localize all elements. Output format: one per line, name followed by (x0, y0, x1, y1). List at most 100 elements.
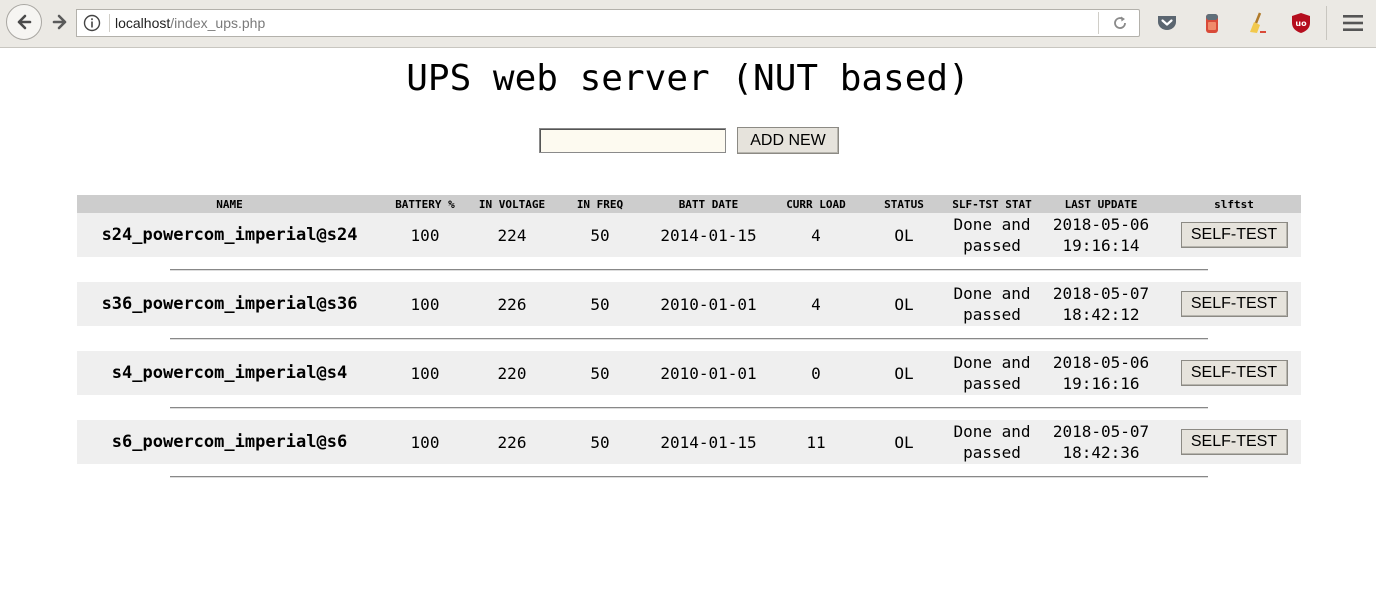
cell-load: 0 (811, 363, 821, 383)
cell-batt-date: 2014-01-15 (660, 432, 757, 452)
cell-date: 2018-05-07 (1052, 422, 1150, 441)
cell-button: SELF-TEST (1167, 420, 1301, 464)
cell-freq: 50 (590, 294, 610, 314)
cell-selftest: Done and passed (949, 351, 1035, 395)
forward-button[interactable] (48, 10, 72, 34)
toolbar-separator (1326, 6, 1327, 40)
header-load: CURR LOAD (786, 198, 846, 211)
menu-icon[interactable] (1341, 11, 1365, 35)
cell-freq: 50 (590, 432, 610, 452)
cell-time: 19:16:14 (1062, 236, 1140, 255)
header-name: NAME (216, 198, 243, 211)
cell-selftest-2: passed (963, 236, 1021, 255)
reload-icon[interactable] (1111, 14, 1129, 32)
cell-status: OL (894, 363, 914, 383)
cell-time: 18:42:36 (1062, 443, 1140, 462)
url-bar[interactable]: localhost/index_ups.php (76, 9, 1140, 37)
back-button[interactable] (6, 4, 42, 40)
browser-toolbar: localhost/index_ups.php uo (0, 0, 1376, 48)
url-text[interactable]: localhost/index_ups.php (115, 15, 265, 31)
cell-button: SELF-TEST (1167, 213, 1301, 257)
cell-update: 2018-05-07 18:42:36 (1035, 420, 1167, 464)
url-separator (109, 14, 110, 32)
cell-load: 4 (811, 225, 821, 245)
cell-status: OL (894, 432, 914, 452)
add-ups-input[interactable] (539, 128, 726, 153)
cell-load: 4 (811, 294, 821, 314)
ublock-icon[interactable]: uo (1289, 11, 1313, 35)
cell-update-lines: 2018-05-07 18:42:36 (1053, 421, 1149, 463)
url-host: localhost (115, 15, 171, 31)
cell-voltage: 226 (497, 294, 527, 314)
cell-selftest-2: passed (963, 305, 1021, 324)
cell-selftest: Done and passed (949, 420, 1035, 464)
cell-batt-date: 2010-01-01 (660, 363, 757, 383)
header-last-update: LAST UPDATE (1064, 198, 1138, 211)
cell-battery: 100 (410, 294, 440, 314)
cell-date: 2018-05-07 (1052, 284, 1150, 303)
cell-selftest-2: passed (963, 374, 1021, 393)
row-divider (170, 407, 1208, 409)
svg-text:uo: uo (1295, 19, 1307, 28)
table-header: NAME BATTERY % IN VOLTAGE IN FREQ BATT D… (77, 195, 1301, 213)
cell-name: s6_powercom_imperial@s6 (111, 431, 348, 452)
cell-battery: 100 (410, 363, 440, 383)
table-row: s36_powercom_imperial@s36 100 226 50 2010-01… (77, 282, 1301, 326)
cell-selftest-1: Done and (953, 215, 1031, 234)
cell-voltage: 226 (497, 432, 527, 452)
header-battery: BATTERY % (395, 198, 455, 211)
cell-time: 18:42:12 (1062, 305, 1140, 324)
cell-update: 2018-05-06 19:16:16 (1035, 351, 1167, 395)
cell-battery: 100 (410, 225, 440, 245)
self-test-button[interactable]: SELF-TEST (1180, 429, 1288, 455)
table-row: s24_powercom_imperial@s24 100 224 50 2014-01… (77, 213, 1301, 257)
cell-date: 2018-05-06 (1052, 215, 1150, 234)
arrow-right-icon (52, 14, 67, 30)
add-new-button[interactable]: ADD NEW (737, 127, 839, 154)
row-divider (170, 338, 1208, 340)
cell-button: SELF-TEST (1167, 282, 1301, 326)
table-row: s6_powercom_imperial@s6 100 226 50 2014-01-1… (77, 420, 1301, 464)
cell-update: 2018-05-06 19:16:14 (1035, 213, 1167, 257)
reload-separator (1098, 12, 1099, 34)
cell-batt-date: 2014-01-15 (660, 225, 757, 245)
cell-name: s36_powercom_imperial@s36 (101, 293, 358, 314)
cell-load: 11 (806, 432, 826, 452)
info-icon[interactable] (83, 14, 101, 32)
cell-batt-date: 2010-01-01 (660, 294, 757, 314)
cell-selftest-1: Done and (953, 422, 1031, 441)
cell-update-lines: 2018-05-07 18:42:12 (1053, 283, 1149, 325)
url-path: /index_ups.php (170, 15, 266, 31)
cell-date: 2018-05-06 (1052, 353, 1150, 372)
cell-name: s4_powercom_imperial@s4 (111, 362, 348, 383)
cell-selftest-2: passed (963, 443, 1021, 462)
header-selftest: slftst (1214, 198, 1254, 211)
page-title: UPS web server (NUT based) (406, 58, 970, 99)
cell-freq: 50 (590, 225, 610, 245)
cell-voltage: 224 (497, 225, 527, 245)
row-divider (170, 269, 1208, 271)
self-test-button[interactable]: SELF-TEST (1180, 222, 1288, 248)
cell-status: OL (894, 294, 914, 314)
cell-selftest: Done and passed (949, 282, 1035, 326)
cell-selftest-lines: Done and passed (953, 283, 1030, 325)
cell-selftest-1: Done and (953, 284, 1031, 303)
cell-update-lines: 2018-05-06 19:16:16 (1053, 352, 1149, 394)
self-test-button[interactable]: SELF-TEST (1180, 291, 1288, 317)
self-test-button[interactable]: SELF-TEST (1180, 360, 1288, 386)
header-selftest-status: SLF-TST STAT (952, 198, 1032, 211)
cell-time: 19:16:16 (1062, 374, 1140, 393)
cell-selftest-1: Done and (953, 353, 1031, 372)
table-row: s4_powercom_imperial@s4 100 220 50 2010-01-0… (77, 351, 1301, 395)
pocket-icon[interactable] (1155, 11, 1179, 35)
cell-update: 2018-05-07 18:42:12 (1035, 282, 1167, 326)
extension-icon[interactable] (1200, 11, 1224, 35)
cell-update-lines: 2018-05-06 19:16:14 (1053, 214, 1149, 256)
broom-icon[interactable] (1245, 11, 1269, 35)
cell-selftest-lines: Done and passed (953, 352, 1030, 394)
cell-selftest: Done and passed (949, 213, 1035, 257)
cell-name: s24_powercom_imperial@s24 (101, 224, 358, 245)
header-voltage: IN VOLTAGE (478, 198, 546, 211)
cell-selftest-lines: Done and passed (953, 214, 1030, 256)
cell-voltage: 220 (497, 363, 527, 383)
